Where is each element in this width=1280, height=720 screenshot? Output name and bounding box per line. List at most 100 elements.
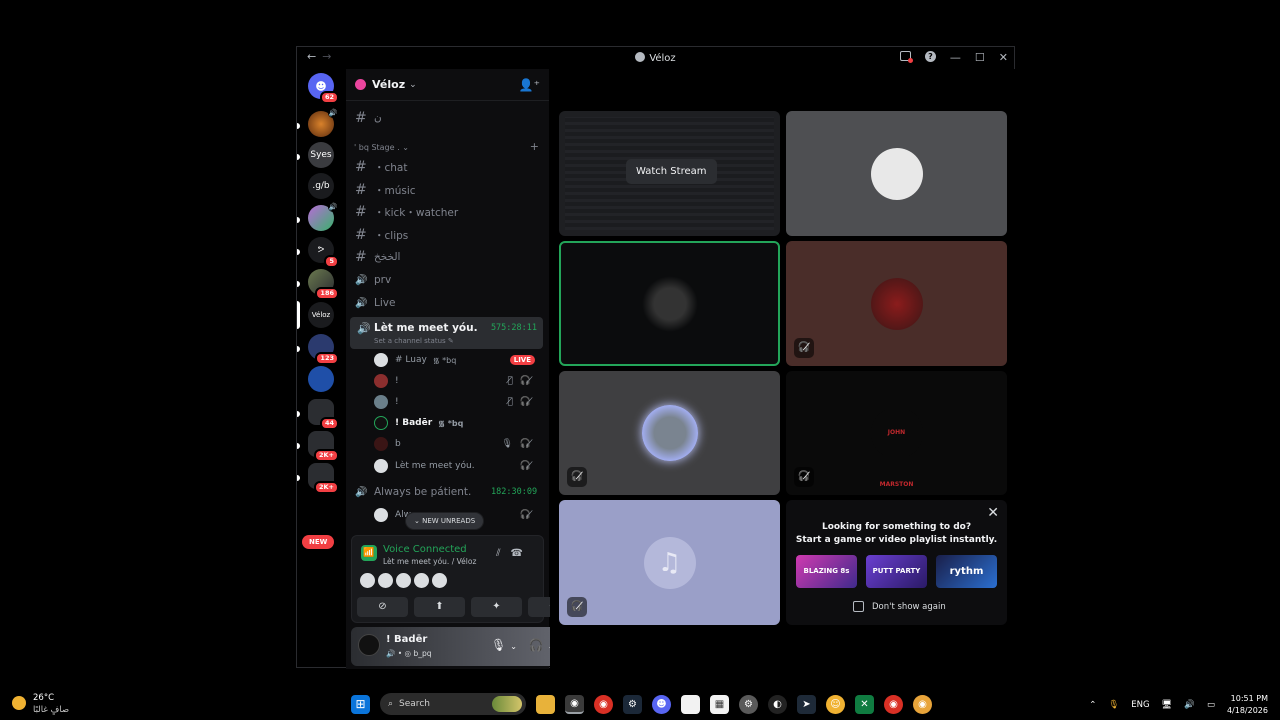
- server-icon[interactable]: 123: [308, 334, 339, 365]
- voice-member[interactable]: # Luay ᯾ *bq LIVE: [374, 351, 539, 369]
- server-icon[interactable]: 186: [308, 269, 339, 300]
- set-channel-status[interactable]: Set a channel status ✎: [374, 337, 454, 345]
- server-folder-icon[interactable]: 2K+: [308, 463, 339, 494]
- voice-member[interactable]: b 🎙 🎧̸: [374, 435, 539, 453]
- watch-stream-button[interactable]: Watch Stream: [626, 159, 717, 184]
- voice-channel-live[interactable]: 🔊 Live: [355, 294, 395, 312]
- server-folder-icon[interactable]: 2K+: [308, 431, 339, 462]
- participant-tile-speaking[interactable]: [559, 241, 780, 366]
- chrome-icon[interactable]: ◉: [913, 694, 932, 714]
- add-channel-icon[interactable]: +: [530, 140, 539, 153]
- microsoft-store-icon[interactable]: ▦: [710, 694, 729, 714]
- avatar[interactable]: [360, 573, 375, 588]
- channel-top[interactable]: # ن: [355, 109, 382, 127]
- avatar: [374, 437, 388, 451]
- username[interactable]: ! Badēr: [386, 634, 427, 645]
- chrome-icon[interactable]: ◉: [594, 694, 613, 714]
- chevron-up-icon[interactable]: ⌃: [1089, 700, 1096, 710]
- document-icon[interactable]: [681, 694, 700, 714]
- avatar[interactable]: [432, 573, 447, 588]
- server-icon[interactable]: 🔊: [308, 108, 338, 137]
- clock[interactable]: 10:51 PM 4/18/2026: [1227, 693, 1268, 717]
- server-icon-veloz[interactable]: Véloz: [308, 302, 334, 328]
- channel-arabic[interactable]: # الخخخ: [355, 248, 400, 266]
- participant-tile[interactable]: JOHN MARSTON 🎧̸: [786, 371, 1007, 495]
- server-icon[interactable]: Syes: [308, 142, 334, 168]
- noise-suppression-icon[interactable]: ⫽: [496, 548, 510, 559]
- chrome-icon[interactable]: ◉: [565, 694, 584, 714]
- avatar: [374, 508, 388, 522]
- voice-channel-always[interactable]: 🔊 Always be pátient.: [355, 483, 471, 501]
- close-button[interactable]: ✕: [999, 51, 1008, 64]
- direct-messages-icon[interactable]: ☻ 62: [308, 73, 339, 104]
- checkbox-icon[interactable]: [853, 601, 864, 612]
- weather-temp: 26°C: [33, 693, 55, 703]
- microphone-icon[interactable]: 🎙: [491, 638, 510, 652]
- avatar[interactable]: [396, 573, 411, 588]
- share-screen-button[interactable]: ⬆: [414, 597, 465, 617]
- activities-button[interactable]: ✦: [471, 597, 522, 617]
- voice-member-self[interactable]: ! Badēr ᯾ *bq: [374, 414, 539, 432]
- telegram-icon[interactable]: ➤: [797, 694, 816, 714]
- steam-icon[interactable]: ⚙: [623, 694, 642, 714]
- participant-tile[interactable]: 🎧̸: [786, 241, 1007, 366]
- close-icon[interactable]: ✕: [987, 505, 999, 521]
- settings-icon[interactable]: ⚙: [739, 694, 758, 714]
- volume-icon[interactable]: 🔊: [1184, 700, 1195, 710]
- windows-start-icon[interactable]: ⊞: [351, 694, 370, 714]
- minimize-button[interactable]: —: [950, 51, 961, 64]
- language-indicator[interactable]: ENG: [1131, 700, 1149, 710]
- voice-member[interactable]: ! 🎙̸ 🎧̸: [374, 393, 539, 411]
- dont-show-again-checkbox[interactable]: Don't show again: [853, 601, 946, 612]
- participant-tile[interactable]: [786, 111, 1007, 236]
- battery-icon[interactable]: ▭: [1207, 700, 1215, 710]
- server-icon[interactable]: [308, 366, 334, 392]
- chrome-icon[interactable]: ◉: [884, 694, 903, 714]
- taskbar-search[interactable]: ⌕ Search: [380, 693, 526, 715]
- participant-tile[interactable]: 🎧̸: [559, 371, 780, 495]
- new-unreads-button[interactable]: ⌄ NEW UNREADS: [405, 512, 485, 530]
- excel-icon[interactable]: ✕: [855, 694, 874, 714]
- signal-icon[interactable]: 📶: [361, 545, 377, 561]
- disconnect-icon[interactable]: ☎: [511, 548, 533, 559]
- activity-app-puttparty[interactable]: PUTT PARTY: [866, 555, 927, 588]
- activity-app-rythm[interactable]: rythm: [936, 555, 997, 588]
- participant-tile[interactable]: ♫ 🎧̸: [559, 500, 780, 625]
- avatar[interactable]: [414, 573, 429, 588]
- invite-people-icon[interactable]: 👤⁺: [519, 78, 540, 92]
- avatar[interactable]: [378, 573, 393, 588]
- chevron-down-icon[interactable]: ⌄: [510, 642, 521, 651]
- activity-app-blazing8s[interactable]: BLAZING 8s: [796, 555, 857, 588]
- server-folder-icon[interactable]: 44: [308, 399, 339, 430]
- new-mentions-pill[interactable]: NEW: [302, 535, 335, 549]
- help-icon[interactable]: ?: [924, 51, 936, 62]
- discord-icon[interactable]: ☻: [652, 694, 671, 714]
- file-explorer-icon[interactable]: [536, 694, 555, 714]
- channel-clips[interactable]: # ・clips: [355, 226, 408, 244]
- stream-tile[interactable]: Watch Stream: [559, 111, 780, 236]
- unread-badge: 5: [324, 255, 339, 268]
- voice-member[interactable]: ! 🎙̸ 🎧̸: [374, 372, 539, 390]
- guild-header[interactable]: Véloz ⌄ 👤⁺: [346, 69, 549, 101]
- chevron-down-icon: ⌄: [409, 79, 417, 90]
- category-header[interactable]: ' bq Stage . ⌄: [354, 143, 409, 152]
- maximize-button[interactable]: ☐: [975, 51, 985, 64]
- server-icon[interactable]: ᕗ5: [308, 237, 339, 268]
- channel-music[interactable]: # ・músic: [355, 181, 416, 199]
- voice-channel-prv[interactable]: 🔊 prv: [355, 271, 391, 289]
- headphones-icon[interactable]: 🎧: [529, 638, 548, 652]
- network-icon[interactable]: 🖥: [1162, 700, 1173, 710]
- microphone-icon[interactable]: 🎙: [1108, 700, 1119, 710]
- server-icon[interactable]: 🔊: [308, 202, 338, 231]
- server-icon[interactable]: .g/b: [308, 173, 334, 199]
- inbox-icon[interactable]: [899, 51, 913, 63]
- avatar[interactable]: [358, 634, 380, 656]
- github-icon[interactable]: ◐: [768, 694, 787, 714]
- channel-chat[interactable]: # ・chat: [355, 158, 407, 176]
- active-voice-channel[interactable]: 🔊 Lèt me meet yóu. 575:28:11 Set a chann…: [350, 317, 543, 349]
- channel-kick-watcher[interactable]: # ・kick・watcher: [355, 203, 458, 221]
- app-icon[interactable]: ☺: [826, 694, 845, 714]
- voice-member[interactable]: Lèt me meet yóu. 🎧̸: [374, 457, 539, 475]
- camera-off-button[interactable]: ⊘: [357, 597, 408, 617]
- voice-status[interactable]: Voice Connected: [383, 544, 467, 555]
